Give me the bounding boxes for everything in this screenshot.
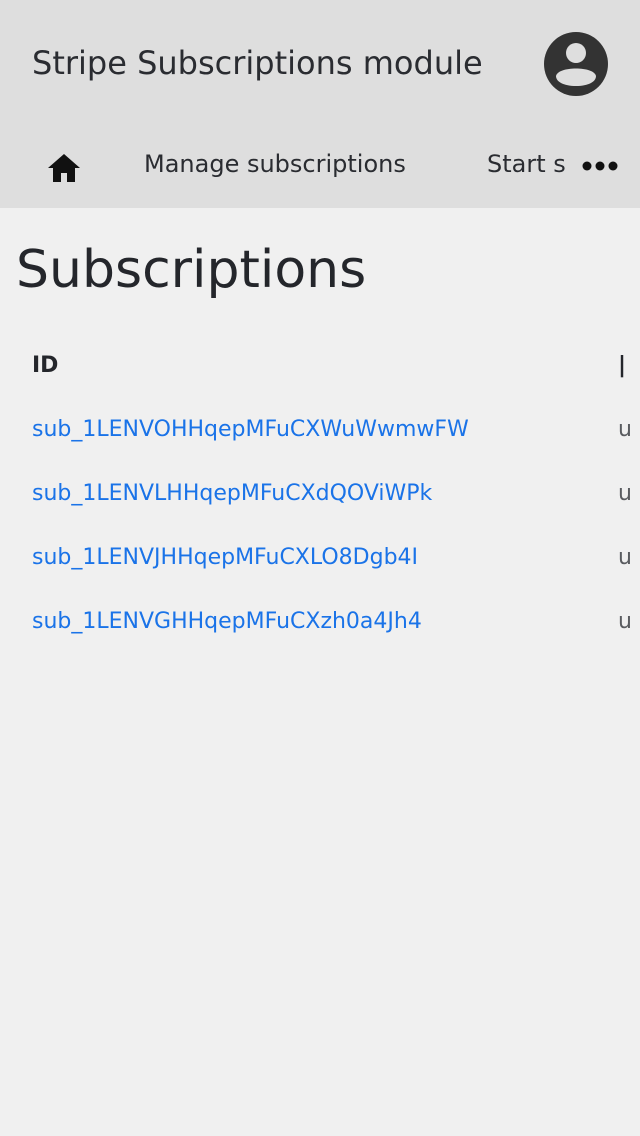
table-header-row: ID |	[0, 334, 640, 398]
subscription-id-cell: sub_1LENVGHHqepMFuCXzh0a4Jh4	[32, 590, 422, 654]
more-horizontal-icon	[582, 161, 618, 171]
table-row: sub_1LENVLHHqepMFuCXdQOViWPk u	[0, 462, 640, 526]
app-title: Stripe Subscriptions module	[32, 44, 483, 82]
subscription-id-cell: sub_1LENVJHHqepMFuCXLO8Dgb4I	[32, 526, 418, 590]
table-row: sub_1LENVJHHqepMFuCXLO8Dgb4I u	[0, 526, 640, 590]
app-header: Stripe Subscriptions module Manage subsc…	[0, 0, 640, 208]
subscription-id-cell: sub_1LENVLHHqepMFuCXdQOViWPk	[32, 462, 432, 526]
column-header-next: |	[618, 353, 627, 378]
tab-start-subscription[interactable]: Start s	[487, 142, 569, 186]
subscription-link[interactable]: sub_1LENVLHHqepMFuCXdQOViWPk	[32, 481, 432, 506]
home-icon	[48, 154, 80, 182]
subscription-id-cell: sub_1LENVOHHqepMFuCXWuWwmwFW	[32, 398, 469, 462]
column-header-id: ID	[32, 353, 59, 378]
subscription-link[interactable]: sub_1LENVJHHqepMFuCXLO8Dgb4I	[32, 545, 418, 570]
subscription-link[interactable]: sub_1LENVOHHqepMFuCXWuWwmwFW	[32, 417, 469, 442]
subscriptions-table: ID | sub_1LENVOHHqepMFuCXWuWwmwFW u sub_…	[0, 334, 640, 654]
table-row: sub_1LENVGHHqepMFuCXzh0a4Jh4 u	[0, 590, 640, 654]
next-column-cell: u	[618, 417, 632, 442]
nav-bar: Manage subscriptions Start s	[0, 128, 640, 208]
table-row: sub_1LENVOHHqepMFuCXWuWwmwFW u	[0, 398, 640, 462]
subscription-link[interactable]: sub_1LENVGHHqepMFuCXzh0a4Jh4	[32, 609, 422, 634]
nav-home-button[interactable]	[32, 136, 96, 200]
nav-more-button[interactable]	[576, 144, 624, 188]
next-column-cell: u	[618, 545, 632, 570]
account-circle-icon	[544, 32, 608, 96]
next-column-cell: u	[618, 481, 632, 506]
tab-manage-subscriptions[interactable]: Manage subscriptions	[144, 142, 406, 186]
page-title: Subscriptions	[16, 240, 367, 300]
next-column-cell: u	[618, 609, 632, 634]
account-button[interactable]	[544, 32, 608, 96]
